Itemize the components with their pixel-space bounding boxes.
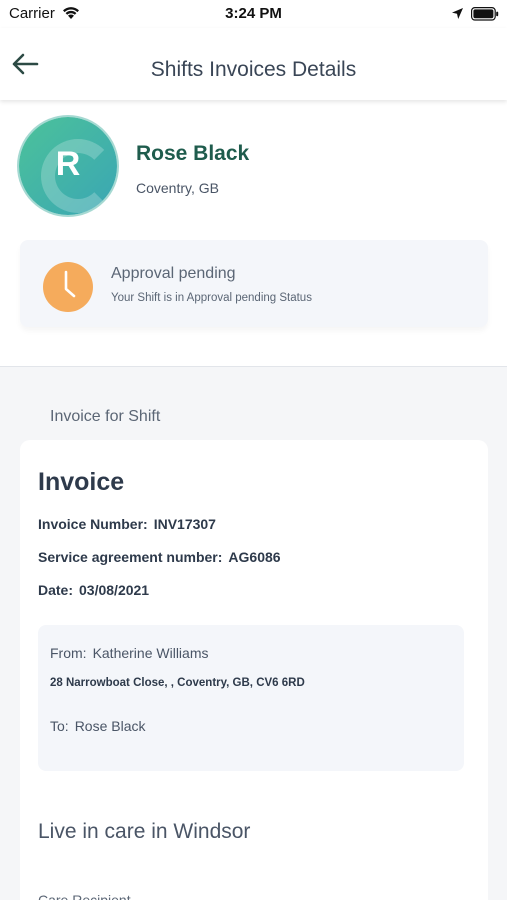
invoice-date-label: Date: [38, 582, 74, 598]
page-title: Shifts Invoices Details [150, 58, 357, 81]
battery-icon [471, 7, 499, 21]
approval-status-card: Approval pending Your Shift is in Approv… [20, 240, 488, 327]
from-label: From: [50, 645, 87, 661]
agreement-number-value: AG6086 [228, 549, 281, 565]
clock-icon [43, 262, 93, 312]
approval-subtitle: Your Shift is in Approval pending Status [111, 292, 312, 304]
profile-name: Rose Black [136, 142, 250, 165]
address-card: From: Katherine Williams 28 Narrowboat Cl… [38, 625, 464, 771]
to-label: To: [50, 718, 69, 734]
invoice-date-row: Date: 03/08/2021 [38, 582, 149, 598]
status-time: 3:24 PM [225, 5, 282, 22]
invoice-heading: Invoice [38, 468, 125, 496]
approval-title: Approval pending [111, 265, 236, 282]
invoice-number-label: Invoice Number: [38, 516, 148, 532]
from-address: 28 Narrowboat Close, , Coventry, GB, CV6… [50, 677, 305, 689]
profile-location: Coventry, GB [136, 180, 219, 196]
location-arrow-icon [452, 8, 463, 19]
from-row: From: Katherine Williams [50, 645, 209, 661]
invoice-card: Invoice Invoice Number: INV17307 Service … [20, 440, 488, 900]
agreement-number-label: Service agreement number: [38, 549, 223, 565]
care-recipient-label: Care Recipient [38, 892, 131, 900]
navigation-bar: Shifts Invoices Details [0, 28, 507, 100]
avatar-initial: R [55, 145, 81, 183]
status-bar: Carrier 3:24 PM [0, 0, 507, 28]
invoice-number-value: INV17307 [153, 516, 216, 532]
invoice-date-value: 03/08/2021 [79, 582, 150, 598]
care-title: Live in care in Windsor [38, 820, 251, 843]
to-value: Rose Black [74, 718, 146, 734]
avatar: R [19, 117, 117, 215]
to-row: To: Rose Black [50, 718, 146, 734]
from-value: Katherine Williams [92, 645, 209, 661]
invoice-section-label: Invoice for Shift [50, 408, 161, 425]
invoice-number-row: Invoice Number: INV17307 [38, 516, 216, 532]
profile-section: R Rose Black Coventry, GB Approval pendi… [0, 100, 507, 367]
agreement-number-row: Service agreement number: AG6086 [38, 549, 281, 565]
